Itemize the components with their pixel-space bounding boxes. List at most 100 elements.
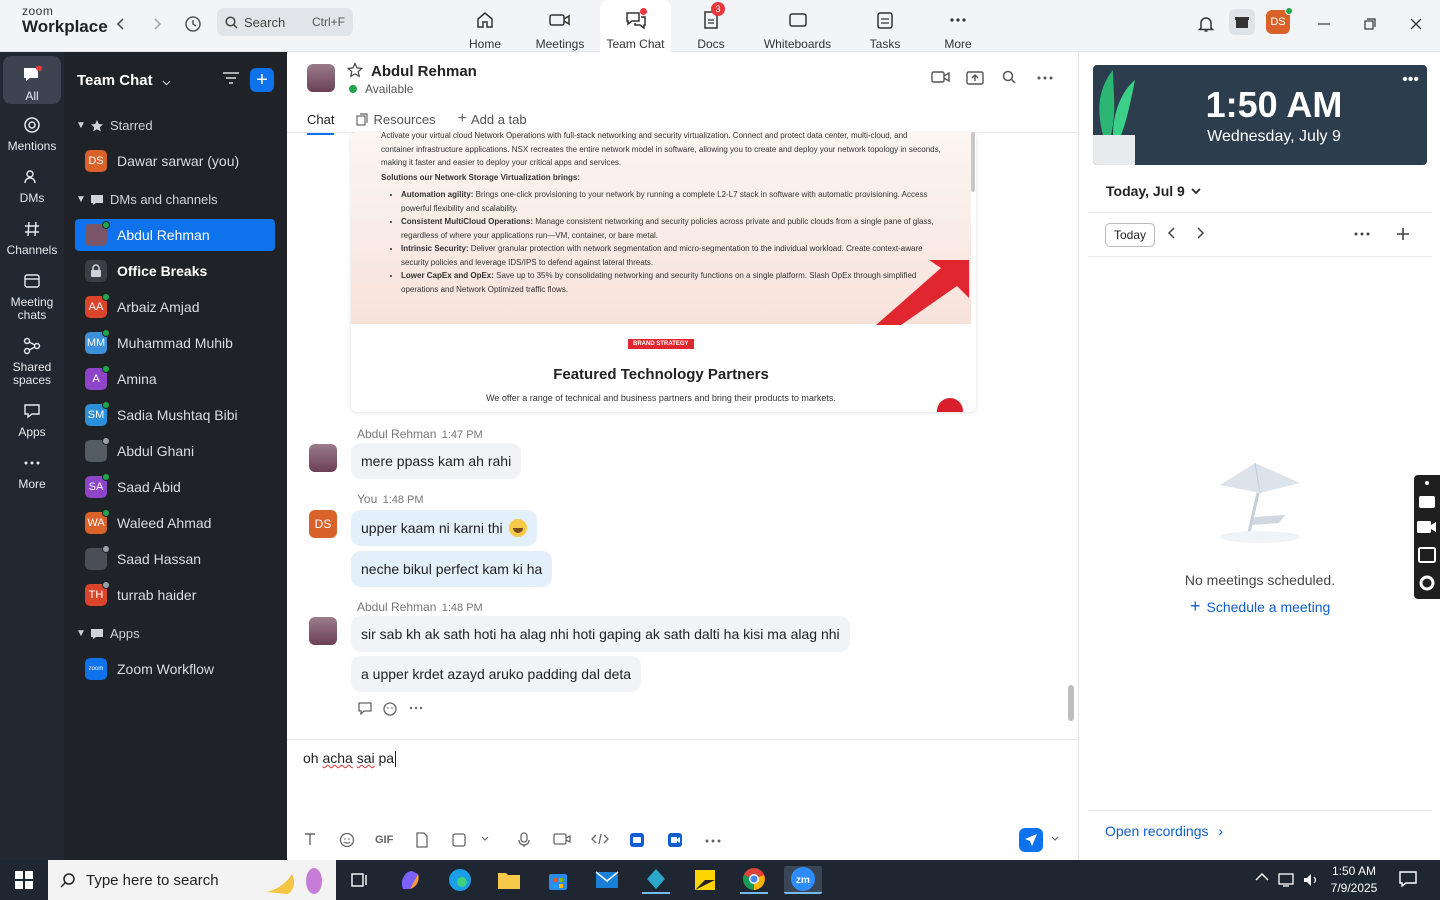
schedule-meeting-link[interactable]: + Schedule a meeting: [1190, 596, 1330, 617]
tab-whiteboards[interactable]: Whiteboards: [760, 0, 835, 52]
chevron-down-icon[interactable]: [1051, 836, 1059, 842]
sidebar-item-dm[interactable]: AA Arbaiz Amjad: [75, 291, 275, 323]
avatar[interactable]: [309, 617, 337, 645]
history-icon[interactable]: [182, 13, 204, 35]
file-icon[interactable]: [415, 832, 429, 848]
star-outline-icon[interactable]: [347, 62, 363, 78]
search-icon[interactable]: [1002, 70, 1016, 84]
avatar[interactable]: DS: [309, 510, 337, 538]
rail-item-apps[interactable]: Apps: [3, 400, 61, 439]
more-dots-icon[interactable]: [409, 701, 423, 717]
sidebar-item-dm[interactable]: A Amina: [75, 363, 275, 395]
taskbar-clock[interactable]: 1:50 AM 7/9/2025: [1322, 863, 1386, 897]
rail-item-mentions[interactable]: Mentions: [3, 114, 61, 153]
more-dots-icon[interactable]: [705, 839, 721, 843]
tab-meetings[interactable]: Meetings: [531, 0, 589, 52]
vpn-app-icon[interactable]: [642, 866, 670, 894]
rail-item-meeting-chats[interactable]: Meeting chats: [3, 270, 61, 322]
network-icon[interactable]: [1278, 872, 1296, 888]
tab-team-chat[interactable]: Team Chat: [600, 0, 671, 53]
sidebar-item-dm[interactable]: Abdul Ghani: [75, 435, 275, 467]
sidebar-item-dm[interactable]: MM Muhammad Muhib: [75, 327, 275, 359]
more-options-icon[interactable]: [1037, 76, 1053, 80]
video-message-icon[interactable]: [553, 832, 571, 846]
sidebar-item-dm[interactable]: Abdul Rehman: [75, 219, 275, 251]
section-apps[interactable]: ▼ Apps: [76, 626, 140, 641]
chevron-up-icon[interactable]: [1255, 872, 1269, 882]
back-arrow-icon[interactable]: [110, 13, 132, 35]
task-view-icon[interactable]: [346, 866, 374, 894]
gift-icon[interactable]: [1229, 9, 1255, 35]
add-event-icon[interactable]: [1396, 227, 1410, 241]
tab-docs[interactable]: 3 Docs: [692, 0, 730, 52]
taskbar-search[interactable]: Type here to search: [48, 860, 336, 900]
rail-item-all[interactable]: All: [3, 56, 61, 104]
notification-center-icon[interactable]: [1398, 870, 1418, 888]
today-button[interactable]: Today: [1105, 223, 1155, 247]
mail-icon[interactable]: [593, 866, 621, 894]
tab-chat[interactable]: Chat: [307, 108, 335, 135]
new-chat-button[interactable]: +: [250, 68, 274, 92]
sidebar-item-dm[interactable]: WA Waleed Ahmad: [75, 507, 275, 539]
forward-arrow-icon[interactable]: [146, 13, 168, 35]
open-recordings-link[interactable]: Open recordings ›: [1105, 823, 1223, 839]
add-reaction-icon[interactable]: [383, 701, 399, 717]
zoom-taskbar-icon[interactable]: zm: [784, 866, 822, 894]
app-integration-icon[interactable]: [629, 832, 645, 848]
chat-scrollbar[interactable]: [1068, 685, 1074, 721]
calendar-date-picker[interactable]: Today, Jul 9: [1106, 183, 1201, 199]
search-input[interactable]: Search Ctrl+F: [217, 8, 353, 36]
rail-item-more[interactable]: More: [3, 452, 61, 491]
sticky-notes-icon[interactable]: [691, 866, 719, 894]
sidebar-item-dm[interactable]: TH turrab haider: [75, 579, 275, 611]
previous-day-icon[interactable]: [1167, 226, 1177, 240]
more-dots-icon[interactable]: [1354, 232, 1370, 236]
message-bubble[interactable]: neche bikul perfect kam ki ha: [351, 551, 553, 587]
close-icon[interactable]: [1404, 12, 1428, 36]
message-bubble[interactable]: mere ppass kam ah rahi: [351, 443, 522, 479]
more-dots-icon[interactable]: •••: [1402, 71, 1419, 89]
rail-item-channels[interactable]: Channels: [3, 218, 61, 257]
chevron-down-icon[interactable]: [481, 836, 489, 842]
link-preview-card[interactable]: Activate your virtual cloud Network Oper…: [351, 132, 976, 412]
rail-item-shared-spaces[interactable]: Shared spaces: [3, 335, 61, 387]
sidebar-item-dm[interactable]: Office Breaks: [75, 255, 275, 287]
reply-icon[interactable]: [357, 701, 373, 717]
send-button[interactable]: [1019, 828, 1043, 852]
tab-add[interactable]: + Add a tab: [458, 108, 527, 130]
video-call-icon[interactable]: [931, 70, 951, 84]
microphone-icon[interactable]: [518, 832, 530, 848]
bell-icon[interactable]: [1194, 12, 1218, 36]
rail-item-dms[interactable]: DMs: [3, 166, 61, 205]
emoji-icon[interactable]: [339, 832, 355, 848]
tab-more[interactable]: More: [940, 0, 976, 52]
contact-avatar[interactable]: [307, 64, 335, 92]
sidebar-item-starred[interactable]: DS Dawar sarwar (you): [75, 145, 275, 177]
message-bubble[interactable]: sir sab kh ak sath hoti ha alag nhi hoti…: [351, 616, 850, 652]
copilot-icon[interactable]: [396, 866, 424, 894]
message-bubble[interactable]: upper kaam ni karni thi: [351, 510, 537, 546]
tab-resources[interactable]: Resources: [356, 108, 436, 130]
section-starred[interactable]: ▼ Starred: [76, 118, 153, 133]
gif-button[interactable]: GIF: [375, 834, 393, 846]
next-day-icon[interactable]: [1195, 226, 1205, 240]
maximize-icon[interactable]: [1358, 12, 1382, 36]
sidebar-item-dm[interactable]: SM Sadia Mushtaq Bibi: [75, 399, 275, 431]
sidebar-item-app[interactable]: zoom Zoom Workflow: [75, 653, 275, 685]
sidebar-item-dm[interactable]: SA Saad Abid: [75, 471, 275, 503]
volume-icon[interactable]: [1302, 872, 1320, 888]
store-icon[interactable]: [544, 866, 572, 894]
contact-name[interactable]: Abdul Rehman: [371, 63, 477, 80]
minimize-icon[interactable]: [1312, 12, 1336, 36]
filter-icon[interactable]: [222, 71, 240, 85]
screenshot-icon[interactable]: [451, 832, 467, 848]
sidebar-title[interactable]: Team Chat ⌵: [77, 72, 170, 89]
section-dms-channels[interactable]: ▼ DMs and channels: [76, 192, 218, 207]
card-scrollbar[interactable]: [971, 132, 975, 192]
message-bubble[interactable]: a upper krdet azayd aruko padding dal de…: [351, 656, 642, 692]
windows-start-icon[interactable]: [10, 866, 38, 894]
code-snippet-icon[interactable]: [591, 832, 609, 846]
tab-home[interactable]: Home: [466, 0, 504, 52]
profile-avatar[interactable]: DS: [1266, 7, 1293, 34]
tab-tasks[interactable]: Tasks: [866, 0, 904, 52]
